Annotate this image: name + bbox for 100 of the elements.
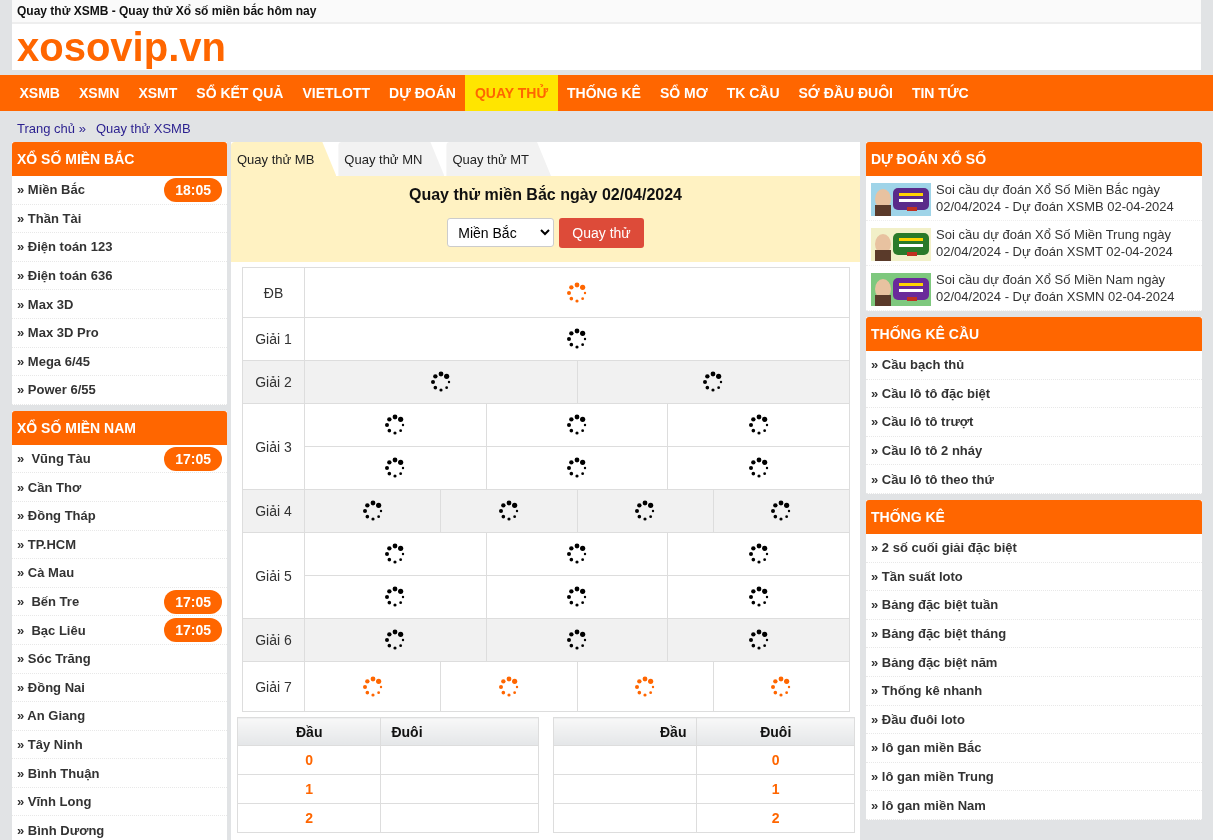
sidebar-link[interactable]: » Max 3D xyxy=(12,290,227,319)
sidebar-link-text: » Cần Thơ xyxy=(17,479,82,495)
sidebar-link[interactable]: » Cầu lô tô theo thứ xyxy=(866,465,1202,494)
sidebar-link[interactable]: » 2 số cuối giải đặc biệt xyxy=(866,533,1202,563)
prize-label: Giải 6 xyxy=(242,618,305,662)
article-title: Soi cầu dự đoán Xổ Số Miền Nam ngày 02/04/2024 - Dự đoán XSMN 02-04-2024 xyxy=(936,271,1176,306)
time-badge: 17:05 xyxy=(164,589,222,614)
table-cell: 0 xyxy=(237,745,381,775)
sidebar-link-text: » Miền Bắc xyxy=(17,182,85,198)
article-link[interactable]: Soi cầu dự đoán Xổ Số Miền Nam ngày 02/04/2024 - Dự đoán XSMN 02-04-2024 xyxy=(866,266,1202,311)
sidebar-link-text: » Bạc Liêu xyxy=(17,622,86,638)
sidebar-link-text: » Power 6/55 xyxy=(17,382,96,398)
sidebar-link[interactable]: » Power 6/55 xyxy=(12,376,227,405)
sidebar-link-text: » Cà Mau xyxy=(17,565,75,581)
article-title: Soi cầu dự đoán Xổ Số Miền Bắc ngày 02/04/2024 - Dự đoán XSMB 02-04-2024 xyxy=(936,181,1175,216)
sidebar-link-text: » Tây Ninh xyxy=(17,737,83,752)
table-cell: 0 xyxy=(696,745,855,775)
prize-label: Giải 2 xyxy=(242,360,305,404)
sidebar-link-text: » Mega 6/45 xyxy=(17,353,90,369)
region-tab[interactable]: Quay thử MB xyxy=(231,142,337,176)
sidebar-heading: DỰ ĐOÁN XỔ SỐ xyxy=(866,142,1202,176)
sidebar-heading: XỔ SỐ MIỀN BẮC xyxy=(12,142,227,176)
article-link[interactable]: Soi cầu dự đoán Xổ Số Miền Bắc ngày 02/04/2024 - Dự đoán XSMB 02-04-2024 xyxy=(866,176,1202,221)
sidebar-link-text: » Đồng Nai xyxy=(17,679,85,695)
sidebar-link-text: » Max 3D Pro xyxy=(17,325,99,341)
prize-label: Giải 5 xyxy=(242,532,305,619)
sidebar-link-text: » Bình Dương xyxy=(17,822,105,838)
sidebar-link-text: » Điện toán 636 xyxy=(17,268,113,284)
sidebar-link-text: » Sóc Trăng xyxy=(17,651,91,667)
sidebar-link[interactable]: » Mega 6/45 xyxy=(12,347,227,377)
table-cell: 1 xyxy=(696,774,855,804)
sidebar-link-text: » Max 3D xyxy=(17,296,74,312)
sidebar-link[interactable]: » Vĩnh Long xyxy=(12,787,227,817)
sidebar-link-text: » Đồng Tháp xyxy=(17,508,96,524)
page-title: Quay thử XSMB - Quay thử Xổ số miền bắc hôm nay xyxy=(12,0,1201,22)
sidebar-link-text: » TP.HCM xyxy=(17,536,76,552)
sidebar-link[interactable]: » Cần Thơ xyxy=(12,473,227,502)
sidebar-link[interactable]: » Tây Ninh xyxy=(12,730,227,760)
breadcrumb-link[interactable]: Trang chủ » xyxy=(17,121,86,136)
sidebar-link[interactable]: » Bến Tre 17:05 xyxy=(12,587,227,617)
sidebar-link[interactable]: » Đồng Tháp xyxy=(12,501,227,531)
sidebar-link[interactable]: » Cầu lô tô 2 nháy xyxy=(866,436,1202,466)
region-select[interactable]: Miền Bắc xyxy=(447,218,555,247)
column-header: Đầu xyxy=(237,717,381,746)
time-badge: 17:05 xyxy=(164,446,222,471)
sidebar-link[interactable]: » lô gan miền Nam xyxy=(866,791,1202,820)
sidebar-link[interactable]: » Cầu bạch thủ xyxy=(866,351,1202,380)
region-tab[interactable]: Quay thử MN xyxy=(338,142,445,176)
article-link[interactable]: Soi cầu dự đoán Xổ Số Miền Trung ngày 02/04/2024 - Dự đoán XSMT 02-04-2024 xyxy=(866,221,1202,266)
sidebar-link[interactable]: » Max 3D Pro xyxy=(12,318,227,348)
sidebar-link[interactable]: » Đồng Nai xyxy=(12,673,227,703)
sidebar-link[interactable]: » Bảng đặc biệt tháng xyxy=(866,619,1202,649)
sidebar-link[interactable]: » Vũng Tàu 17:05 xyxy=(12,444,227,474)
prize-label: Giải 1 xyxy=(242,317,305,361)
sidebar-link-text: » Bình Thuận xyxy=(17,765,100,781)
sidebar-heading: THỐNG KÊ xyxy=(866,499,1202,534)
sidebar-link[interactable]: » lô gan miền Trung xyxy=(866,762,1202,792)
sidebar-link[interactable]: » Bạc Liêu 17:05 xyxy=(12,616,227,645)
sidebar-link[interactable]: » Điện toán 636 xyxy=(12,261,227,291)
region-tab[interactable]: Quay thử MT xyxy=(446,142,552,176)
sidebar-link[interactable]: » Thần Tài xyxy=(12,204,227,234)
sidebar-link-text: » An Giang xyxy=(17,708,86,724)
column-header: Đuôi xyxy=(380,717,539,746)
sidebar-link[interactable]: » Sóc Trăng xyxy=(12,644,227,674)
column-header: Đuôi xyxy=(696,717,855,746)
spin-button[interactable]: Quay thử xyxy=(559,218,644,248)
sidebar-link[interactable]: » An Giang xyxy=(12,702,227,731)
sidebar-link-text: » Thần Tài xyxy=(17,210,82,226)
sidebar-link[interactable]: » Bảng đặc biệt năm xyxy=(866,648,1202,677)
breadcrumb-link[interactable]: Quay thử XSMB xyxy=(95,121,191,136)
sidebar-heading: XỔ SỐ MIỀN NAM xyxy=(12,410,227,445)
sidebar-link[interactable]: » Miền Bắc 18:05 xyxy=(12,176,227,205)
sidebar-link[interactable]: » Điện toán 123 xyxy=(12,233,227,262)
sidebar-link[interactable]: » Cà Mau xyxy=(12,559,227,588)
sidebar-heading: THỐNG KÊ CẦU xyxy=(866,317,1202,351)
prize-label: ĐB xyxy=(242,267,305,318)
spin-heading: Quay thử miền Bắc ngày 02/04/2024 xyxy=(408,186,682,204)
table-cell: 2 xyxy=(237,803,381,833)
sidebar-link[interactable]: » lô gan miền Bắc xyxy=(866,734,1202,763)
article-title: Soi cầu dự đoán Xổ Số Miền Trung ngày 02/04/2024 - Dự đoán XSMT 02-04-2024 xyxy=(936,226,1174,261)
sidebar-link-text: » Vũng Tàu xyxy=(17,451,91,467)
table-cell: 2 xyxy=(696,803,855,833)
sidebar-link-text: » Điện toán 123 xyxy=(17,239,113,255)
sidebar-link[interactable]: » TP.HCM xyxy=(12,530,227,560)
sidebar-link[interactable]: » Bảng đặc biệt tuần xyxy=(866,591,1202,620)
sidebar-link[interactable]: » Cầu lô tô trượt xyxy=(866,408,1202,437)
sidebar-link[interactable]: » Cầu lô tô đặc biệt xyxy=(866,379,1202,409)
column-header: Đầu xyxy=(553,717,697,746)
prize-label: Giải 3 xyxy=(242,403,305,490)
prize-label: Giải 4 xyxy=(242,489,305,533)
sidebar-link-text: » Vĩnh Long xyxy=(17,794,92,810)
sidebar-link[interactable]: » Bình Thuận xyxy=(12,759,227,788)
sidebar-link[interactable]: » Thống kê nhanh xyxy=(866,676,1202,706)
sidebar-link[interactable]: » Tần suất loto xyxy=(866,562,1202,592)
sidebar-link[interactable]: » Bình Dương xyxy=(12,816,227,840)
table-cell: 1 xyxy=(237,774,381,804)
sidebar-link-text: » Bến Tre xyxy=(17,594,80,609)
sidebar-link[interactable]: » Đầu đuôi loto xyxy=(866,705,1202,735)
prize-label: Giải 7 xyxy=(242,661,305,712)
time-badge: 18:05 xyxy=(164,177,222,202)
